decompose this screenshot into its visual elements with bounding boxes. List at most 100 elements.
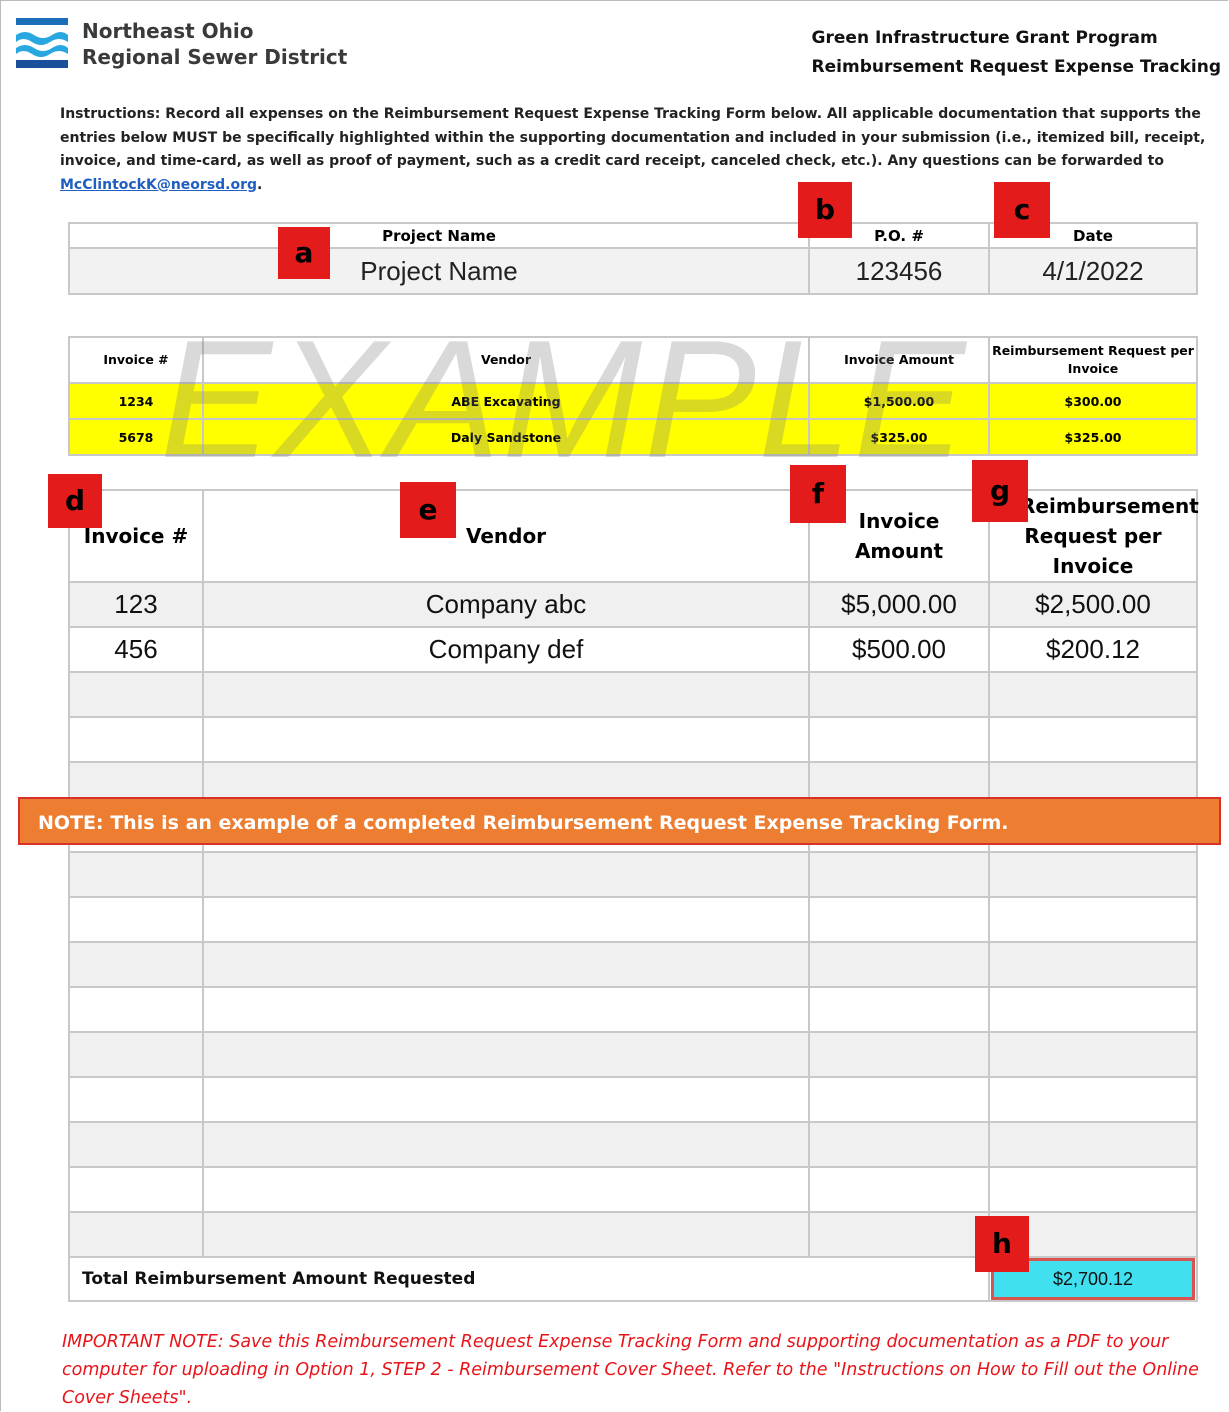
reimb-cell[interactable] xyxy=(988,941,1198,988)
instructions-text: Instructions: Record all expenses on the… xyxy=(60,106,1206,169)
amount-cell[interactable] xyxy=(808,1076,990,1123)
amount-cell[interactable] xyxy=(808,896,990,943)
invoice-cell[interactable] xyxy=(68,941,204,988)
reimb-cell[interactable] xyxy=(988,1031,1198,1078)
amount-cell[interactable] xyxy=(808,671,990,718)
instructions-end: . xyxy=(257,176,263,193)
invoice-cell[interactable] xyxy=(68,671,204,718)
amount-cell[interactable] xyxy=(808,1031,990,1078)
marker-e: e xyxy=(400,482,456,538)
vendor-cell[interactable] xyxy=(202,851,810,898)
invoice-cell[interactable] xyxy=(68,1076,204,1123)
vendor-cell[interactable] xyxy=(202,1166,810,1213)
marker-a: a xyxy=(278,227,330,279)
reimb-cell[interactable] xyxy=(988,896,1198,943)
invoice-cell[interactable] xyxy=(68,1031,204,1078)
reimb-cell[interactable] xyxy=(988,1166,1198,1213)
example-cell: $325.00 xyxy=(988,418,1198,456)
email-link[interactable]: McClintockK@neorsd.org xyxy=(60,177,257,193)
vendor-cell[interactable] xyxy=(202,896,810,943)
empty-row xyxy=(68,716,1198,763)
marker-g: g xyxy=(972,460,1028,522)
reimb-cell[interactable] xyxy=(988,986,1198,1033)
invoice-cell[interactable] xyxy=(68,1211,204,1258)
empty-row xyxy=(68,941,1198,988)
date-field[interactable]: 4/1/2022 xyxy=(988,247,1198,295)
total-label: Total Reimbursement Amount Requested xyxy=(68,1256,809,1302)
example-cell: 5678 xyxy=(68,418,204,456)
invoice-cell[interactable] xyxy=(68,1121,204,1168)
example-cell: ABE Excavating xyxy=(202,382,810,420)
program-title: Green Infrastructure Grant Program Reimb… xyxy=(812,24,1221,82)
reimb-cell[interactable] xyxy=(988,671,1198,718)
amount-cell[interactable] xyxy=(808,716,990,763)
po-field[interactable]: 123456 xyxy=(808,247,990,295)
example-cell: $1,500.00 xyxy=(808,382,990,420)
reimb-cell[interactable] xyxy=(988,1076,1198,1123)
empty-row xyxy=(68,1121,1198,1168)
invoice-cell[interactable] xyxy=(68,1166,204,1213)
vendor-header: Vendor xyxy=(202,489,810,583)
empty-row xyxy=(68,671,1198,718)
empty-row xyxy=(68,986,1198,1033)
neorsd-logo-icon xyxy=(16,18,68,68)
program-title-line1: Green Infrastructure Grant Program xyxy=(811,28,1158,48)
example-cell: 1234 xyxy=(68,382,204,420)
example-row: 5678 Daly Sandstone $325.00 $325.00 xyxy=(68,418,1198,456)
invoice-cell[interactable]: 456 xyxy=(68,626,204,673)
amount-cell[interactable] xyxy=(808,851,990,898)
reimb-cell[interactable]: $200.12 xyxy=(988,626,1198,673)
project-name-header: Project Name xyxy=(68,222,810,249)
vendor-cell[interactable]: Company abc xyxy=(202,581,810,628)
invoice-cell[interactable] xyxy=(68,986,204,1033)
example-row: 1234 ABE Excavating $1,500.00 $300.00 xyxy=(68,382,1198,420)
invoice-cell[interactable] xyxy=(68,851,204,898)
org-name-line2: Regional Sewer District xyxy=(82,45,348,69)
empty-row xyxy=(68,1076,1198,1123)
marker-d: d xyxy=(48,474,102,528)
invoice-cell[interactable]: 123 xyxy=(68,581,204,628)
amount-cell[interactable] xyxy=(808,986,990,1033)
amount-cell[interactable]: $5,000.00 xyxy=(808,581,990,628)
vendor-cell[interactable] xyxy=(202,671,810,718)
empty-row xyxy=(68,1166,1198,1213)
reimb-cell[interactable] xyxy=(988,851,1198,898)
vendor-cell[interactable] xyxy=(202,716,810,763)
program-title-line2: Reimbursement Request Expense Tracking xyxy=(811,57,1221,77)
example-amount-header: Invoice Amount xyxy=(808,336,990,384)
empty-row xyxy=(68,851,1198,898)
amount-cell[interactable] xyxy=(808,1211,990,1258)
marker-b: b xyxy=(798,182,852,238)
vendor-cell[interactable] xyxy=(202,941,810,988)
invoice-cell[interactable] xyxy=(68,716,204,763)
vendor-cell[interactable] xyxy=(202,1121,810,1168)
reimb-cell[interactable]: $2,500.00 xyxy=(988,581,1198,628)
invoice-cell[interactable] xyxy=(68,896,204,943)
amount-cell[interactable] xyxy=(808,941,990,988)
empty-row xyxy=(68,896,1198,943)
vendor-cell[interactable] xyxy=(202,1211,810,1258)
vendor-cell[interactable] xyxy=(202,1031,810,1078)
vendor-cell[interactable] xyxy=(202,1076,810,1123)
reimb-cell[interactable] xyxy=(988,716,1198,763)
note-banner: NOTE: This is an example of a completed … xyxy=(18,797,1221,845)
reimb-cell[interactable] xyxy=(988,1121,1198,1168)
vendor-cell[interactable] xyxy=(202,986,810,1033)
empty-row xyxy=(68,1031,1198,1078)
example-invoice-header: Invoice # xyxy=(68,336,204,384)
marker-c: c xyxy=(994,182,1050,238)
amount-cell[interactable] xyxy=(808,1166,990,1213)
org-name: Northeast Ohio Regional Sewer District xyxy=(82,18,347,70)
expense-table: Invoice # Vendor Invoice Amount Reimburs… xyxy=(68,489,1199,1302)
org-name-line1: Northeast Ohio xyxy=(82,19,254,43)
example-vendor-header: Vendor xyxy=(202,336,810,384)
amount-cell[interactable]: $500.00 xyxy=(808,626,990,673)
example-cell: $325.00 xyxy=(808,418,990,456)
project-name-field[interactable]: Project Name xyxy=(68,247,810,295)
example-cell: Daly Sandstone xyxy=(202,418,810,456)
total-spacer xyxy=(809,1256,989,1302)
table-row: 456 Company def $500.00 $200.12 xyxy=(68,626,1198,673)
example-cell: $300.00 xyxy=(988,382,1198,420)
amount-cell[interactable] xyxy=(808,1121,990,1168)
vendor-cell[interactable]: Company def xyxy=(202,626,810,673)
